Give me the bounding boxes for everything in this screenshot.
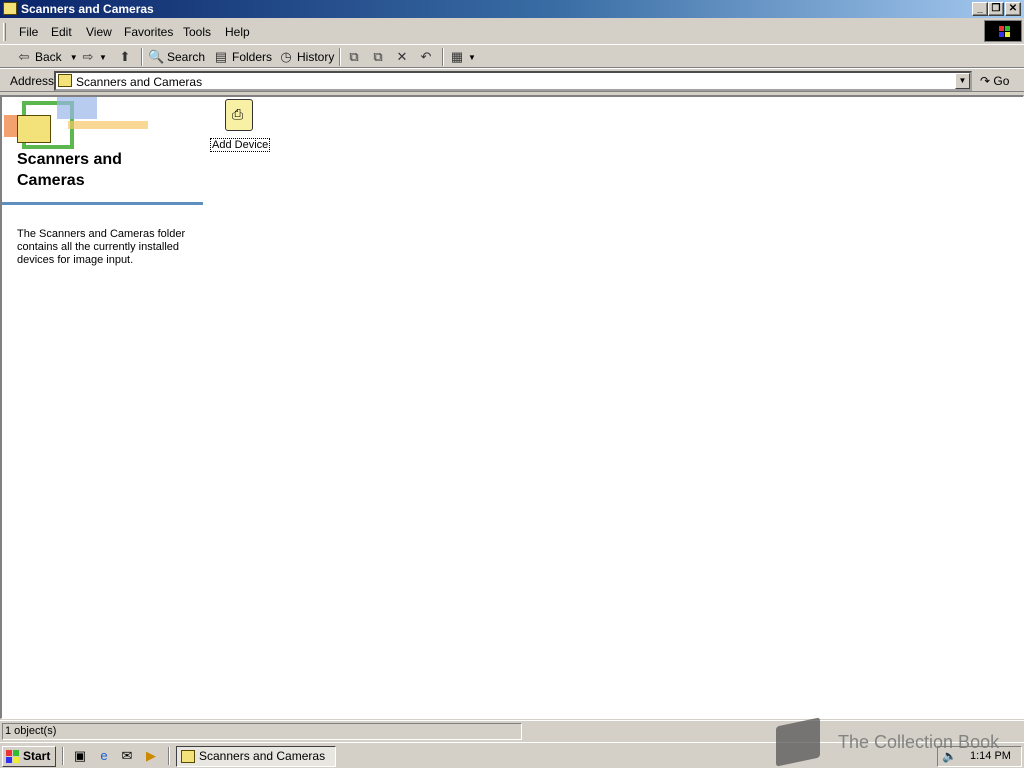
folder-icon — [3, 2, 17, 15]
toolbar-separator — [339, 48, 341, 66]
undo-button[interactable]: ↶ — [418, 48, 437, 66]
outlook-express-icon[interactable]: ✉ — [119, 748, 135, 764]
move-to-button[interactable]: ⧉ — [346, 48, 365, 66]
menu-view[interactable]: View — [86, 25, 112, 39]
search-label: Search — [167, 50, 206, 64]
close-button[interactable]: ✕ — [1005, 2, 1021, 16]
taskbar-window-label: Scanners and Cameras — [199, 749, 326, 763]
move-to-icon: ⧉ — [349, 49, 359, 64]
folder-description: The Scanners and Cameras folder contains… — [17, 228, 186, 266]
delete-button[interactable]: ✕ — [394, 48, 413, 66]
search-icon: 🔍 — [148, 49, 165, 64]
views-button[interactable]: ▦ ▼ — [449, 48, 476, 66]
history-icon: ◷ — [280, 49, 292, 64]
folders-label: Folders — [232, 50, 273, 64]
go-label: Go — [993, 74, 1010, 88]
folder-icon — [181, 750, 195, 763]
folder-title-line1: Scanners and — [17, 151, 122, 168]
menu-grip — [3, 23, 6, 41]
windows-logo-icon — [984, 20, 1022, 42]
windows-flag-icon — [6, 750, 20, 763]
copy-to-icon: ⧉ — [373, 49, 383, 64]
taskbar-separator — [62, 747, 64, 765]
back-arrow-icon: ⇦ — [18, 49, 30, 64]
folders-button[interactable]: ▤ Folders — [213, 48, 272, 66]
folder-title: Scanners and Cameras — [17, 149, 197, 191]
menu-favorites[interactable]: Favorites — [124, 25, 173, 39]
address-bar: Address Scanners and Cameras ▼ ↷ Go — [0, 68, 1024, 92]
go-button[interactable]: ↷ Go — [980, 74, 1009, 88]
chevron-down-icon[interactable]: ▼ — [99, 53, 107, 62]
menu-help[interactable]: Help — [225, 25, 250, 39]
status-bar: 1 object(s) — [0, 720, 1024, 742]
toolbar-separator — [141, 48, 143, 66]
start-button[interactable]: Start — [2, 746, 56, 767]
menu-bar: File Edit View Favorites Tools Help — [0, 20, 1024, 43]
back-label: Back — [35, 50, 62, 64]
delete-icon: ✕ — [396, 49, 408, 64]
history-button[interactable]: ◷ History — [278, 48, 334, 66]
taskbar: Start ▣ e ✉ ▶ Scanners and Cameras 🔈 1:1… — [0, 742, 1024, 768]
menu-edit[interactable]: Edit — [51, 25, 72, 39]
chevron-down-icon[interactable]: ▼ — [70, 53, 78, 62]
menu-file[interactable]: File — [19, 25, 38, 39]
folder-view[interactable]: Scanners and Cameras The Scanners and Ca… — [0, 95, 1024, 719]
taskbar-window-button[interactable]: Scanners and Cameras — [176, 746, 336, 767]
system-tray: 🔈 1:14 PM — [937, 746, 1022, 767]
folder-icon — [58, 74, 72, 87]
folders-icon: ▤ — [214, 49, 228, 64]
restore-button[interactable]: ❐ — [988, 2, 1004, 16]
clock[interactable]: 1:14 PM — [970, 750, 1011, 762]
add-device-icon[interactable]: ⎙ — [225, 99, 253, 131]
volume-icon[interactable]: 🔈 — [942, 749, 957, 763]
up-folder-icon: ⬆ — [119, 49, 131, 64]
address-label: Address — [10, 74, 55, 88]
copy-to-button[interactable]: ⧉ — [370, 48, 389, 66]
window-title: Scanners and Cameras — [21, 2, 154, 16]
address-field[interactable]: Scanners and Cameras ▼ — [54, 71, 972, 91]
address-dropdown-button[interactable]: ▼ — [955, 73, 970, 89]
internet-explorer-icon[interactable]: e — [96, 748, 112, 764]
media-player-icon[interactable]: ▶ — [143, 748, 159, 764]
standard-toolbar: ⇦ Back ▼ ⇨ ▼ ⬆ 🔍 Search ▤ Folders ◷ History ⧉ … — [0, 44, 1024, 68]
history-label: History — [297, 50, 335, 64]
minimize-button[interactable]: _ — [972, 2, 988, 16]
scanner-camera-folder-icon — [17, 115, 51, 143]
add-device-label[interactable]: Add Device — [210, 138, 271, 152]
toolbar-separator — [442, 48, 444, 66]
menu-tools[interactable]: Tools — [183, 25, 211, 39]
address-value[interactable]: Scanners and Cameras — [76, 75, 202, 89]
taskbar-separator — [168, 747, 170, 765]
add-device-item[interactable]: ⎙ Add Device — [207, 99, 271, 153]
go-arrow-icon: ↷ — [980, 74, 991, 88]
up-button[interactable]: ⬆ — [117, 48, 136, 66]
title-bar[interactable]: Scanners and Cameras _ ❐ ✕ — [0, 0, 1024, 18]
divider — [2, 202, 203, 205]
forward-button[interactable]: ⇨ ▼ — [80, 48, 107, 66]
folder-title-line2: Cameras — [17, 172, 85, 189]
search-button[interactable]: 🔍 Search — [148, 48, 205, 66]
show-desktop-icon[interactable]: ▣ — [72, 748, 88, 764]
back-button[interactable]: ⇦ Back ▼ — [16, 48, 78, 66]
chevron-down-icon[interactable]: ▼ — [468, 53, 476, 62]
start-label: Start — [23, 749, 51, 763]
undo-icon: ↶ — [420, 49, 432, 64]
forward-arrow-icon: ⇨ — [82, 49, 94, 64]
views-icon: ▦ — [450, 49, 464, 64]
status-text: 1 object(s) — [2, 723, 522, 740]
